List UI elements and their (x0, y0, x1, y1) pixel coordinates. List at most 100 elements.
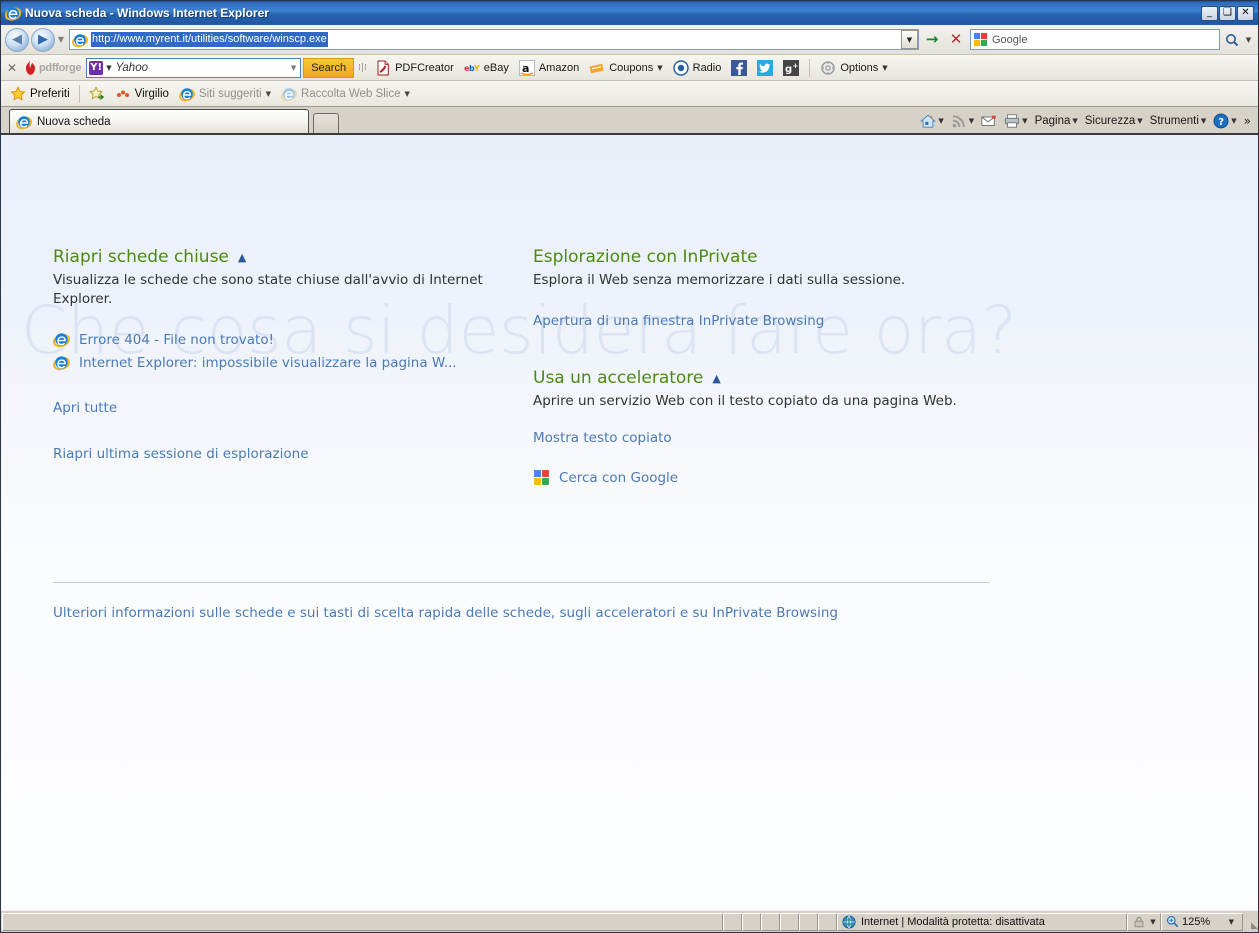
zoom-pane[interactable]: 125% ▼ (1161, 912, 1243, 931)
maximize-button[interactable]: ❑ (1219, 5, 1236, 21)
ie-icon (53, 356, 70, 371)
accelerator-service-item[interactable]: Cerca con Google (533, 469, 1013, 486)
chevron-up-icon[interactable]: ▲ (712, 373, 720, 384)
reopen-last-session-link[interactable]: Riapri ultima sessione di esplorazione (53, 446, 309, 462)
add-to-favorites-bar-button[interactable] (84, 83, 110, 105)
go-button[interactable]: → (921, 29, 943, 51)
resize-grip[interactable]: ◣ (1243, 913, 1258, 931)
page-menu-button[interactable]: Pagina ▼ (1032, 110, 1081, 132)
protected-mode-pane[interactable]: ▼ (1127, 912, 1161, 931)
chevron-up-icon[interactable]: ▲ (238, 252, 246, 263)
chevron-down-icon[interactable]: ▼ (1137, 117, 1142, 125)
history-dropdown-icon[interactable]: ▼ (55, 35, 67, 44)
favorites-button[interactable]: Preferiti (5, 83, 75, 105)
toolbar-item-radio[interactable]: Radio (669, 57, 726, 78)
reopen-tabs-heading[interactable]: Riapri schede chiuse ▲ (53, 247, 533, 267)
back-button[interactable]: ◀ (5, 27, 29, 52)
search-box[interactable]: Google (970, 29, 1220, 50)
toolbar-item-coupons[interactable]: Coupons ▼ (585, 57, 666, 78)
chevron-down-icon[interactable]: ▼ (1022, 117, 1027, 125)
closed-tab-item[interactable]: Internet Explorer: impossibile visualizz… (53, 354, 533, 371)
closed-tab-label[interactable]: Internet Explorer: impossibile visualizz… (79, 355, 457, 371)
yahoo-search-button[interactable]: Search (303, 57, 355, 78)
open-all-link[interactable]: Apri tutte (53, 400, 117, 416)
window-title: Nuova scheda - Windows Internet Explorer (25, 6, 269, 20)
yahoo-search-input[interactable]: Yahoo (116, 62, 291, 74)
toolbar-item-twitter[interactable] (753, 57, 777, 78)
security-zone-pane[interactable]: Internet | Modalità protetta: disattivat… (837, 912, 1127, 931)
closed-tab-item[interactable]: Errore 404 - File non trovato! (53, 331, 533, 348)
print-button[interactable]: ▼ (1001, 110, 1030, 132)
toolbar-item-pdfcreator[interactable]: PDFCreator (371, 57, 458, 78)
url-bar[interactable]: http://www.myrent.it/utilities/software/… (69, 29, 919, 50)
home-button[interactable]: ▼ (917, 110, 946, 132)
open-inprivate-link[interactable]: Apertura di una finestra InPrivate Brows… (533, 313, 824, 329)
search-input[interactable]: Google (992, 34, 1027, 46)
chevron-down-icon[interactable]: ▼ (938, 117, 943, 125)
mail-button[interactable] (978, 110, 1000, 132)
chevron-down-icon[interactable]: ▼ (266, 90, 271, 98)
search-submit-icon[interactable] (1221, 29, 1243, 50)
tools-menu-button[interactable]: Strumenti ▼ (1147, 110, 1210, 132)
accelerator-title: Usa un acceleratore (533, 368, 704, 388)
toolbar-options-button[interactable]: Options ▼ (816, 57, 891, 78)
toolbar-item-ebay[interactable]: e b Y eBay (460, 57, 513, 78)
toolbar-item-amazon[interactable]: a Amazon (515, 57, 583, 78)
toolbar-gripper[interactable]: ⁞|⁞ (358, 60, 367, 76)
yahoo-engine-caret-icon[interactable]: ▼ (106, 64, 111, 72)
radio-icon (672, 59, 689, 76)
status-pane (799, 912, 818, 931)
new-tab-button[interactable] (313, 113, 339, 133)
command-bar-overflow-button[interactable]: » (1241, 114, 1254, 128)
chevron-down-icon[interactable]: ▼ (1229, 918, 1234, 926)
accelerator-service-label[interactable]: Cerca con Google (559, 470, 678, 486)
show-copied-text-link[interactable]: Mostra testo copiato (533, 430, 672, 446)
chevron-down-icon[interactable]: ▼ (969, 117, 974, 125)
favorites-item-virgilio[interactable]: Virgilio (110, 83, 174, 105)
ie-icon (178, 87, 195, 101)
ie-icon (16, 115, 32, 129)
minimize-button[interactable]: _ (1201, 5, 1218, 21)
pdfforge-label: pdfforge (39, 61, 82, 74)
globe-icon (842, 914, 856, 929)
url-dropdown-icon[interactable]: ▼ (901, 30, 918, 49)
close-button[interactable]: ✕ (1237, 5, 1254, 21)
chevron-down-icon[interactable]: ▼ (1231, 117, 1236, 125)
chevron-down-icon[interactable]: ▼ (657, 64, 662, 72)
yahoo-history-caret-icon[interactable]: ▼ (291, 64, 296, 72)
chevron-down-icon[interactable]: ▼ (1201, 117, 1206, 125)
zoom-level-text: 125% (1182, 915, 1211, 928)
help-menu-button[interactable]: ? ▼ (1210, 110, 1239, 132)
yahoo-search-box[interactable]: Y! ▼ Yahoo ▼ (86, 57, 302, 78)
browser-window: Nuova scheda - Windows Internet Explorer… (0, 0, 1259, 933)
add-star-icon (88, 85, 104, 100)
search-dropdown-icon[interactable]: ▼ (1243, 29, 1254, 50)
pdfforge-logo[interactable]: pdfforge (21, 58, 84, 78)
security-menu-button[interactable]: Sicurezza ▼ (1082, 110, 1146, 132)
command-bar: ▼ ▼ ▼ Pagina ▼ Sicurezza ▼ Strumenti ▼ ?… (917, 110, 1254, 132)
chevron-down-icon[interactable]: ▼ (1150, 918, 1155, 926)
toolbar-item-facebook[interactable] (727, 57, 751, 78)
forward-button[interactable]: ▶ (31, 27, 55, 52)
closed-tab-label[interactable]: Errore 404 - File non trovato! (79, 332, 274, 348)
toolbar-item-google-plus[interactable]: g + (779, 57, 803, 78)
stop-button[interactable]: ✕ (945, 29, 967, 51)
toolbar-item-label: PDFCreator (395, 61, 454, 74)
accelerator-heading[interactable]: Usa un acceleratore ▲ (533, 368, 1013, 388)
star-icon (10, 85, 26, 101)
more-info-link[interactable]: Ulteriori informazioni sulle schede e su… (53, 605, 838, 621)
url-text[interactable]: http://www.myrent.it/utilities/software/… (91, 32, 328, 47)
ie-logo-icon (5, 7, 21, 21)
toolbar-close-icon[interactable]: ✕ (5, 61, 19, 75)
chevron-down-icon[interactable]: ▼ (1072, 117, 1077, 125)
zoom-icon (1166, 915, 1179, 928)
address-bar: ◀ ▶ ▼ http://www.myrent.it/utilities/sof… (1, 25, 1258, 55)
svg-text:+: + (793, 62, 799, 70)
tab-nuova-scheda[interactable]: Nuova scheda (9, 109, 309, 133)
feeds-button[interactable]: ▼ (948, 110, 977, 132)
favorites-item-siti-suggeriti[interactable]: Siti suggeriti ▼ (174, 83, 276, 105)
chevron-down-icon[interactable]: ▼ (882, 64, 887, 72)
security-menu-label: Sicurezza (1084, 115, 1136, 127)
favorites-item-web-slice[interactable]: Raccolta Web Slice ▼ (276, 83, 415, 105)
chevron-down-icon[interactable]: ▼ (404, 90, 409, 98)
